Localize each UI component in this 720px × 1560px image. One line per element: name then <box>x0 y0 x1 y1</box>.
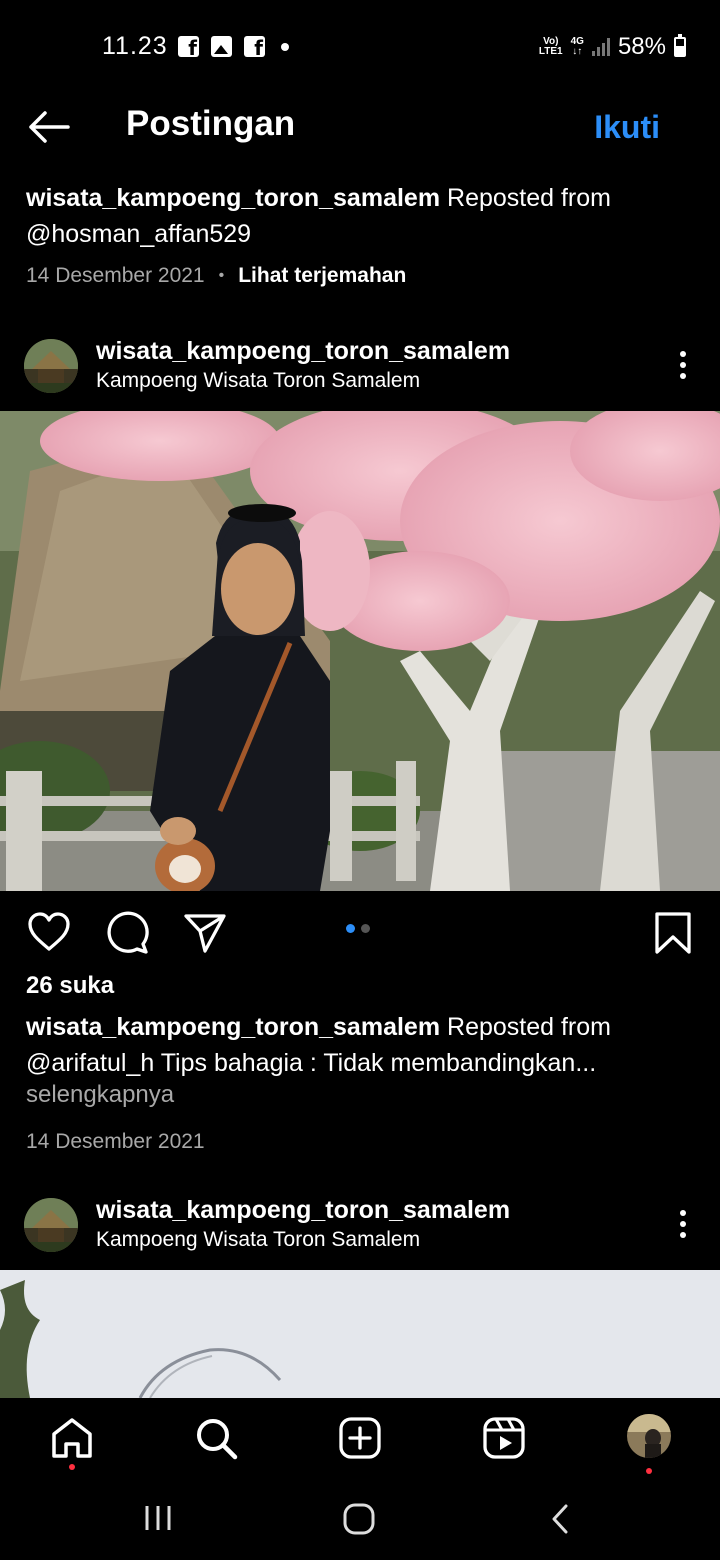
status-bar: 11.23 Vo) LTE1 4G ↓↑ 58% <box>0 0 720 95</box>
caption-username[interactable]: wisata_kampoeng_toron_samalem <box>26 184 440 212</box>
back-button-icon[interactable] <box>548 1502 572 1536</box>
avatar[interactable] <box>24 339 78 393</box>
battery-percent: 58% <box>617 33 666 60</box>
arrow-left-icon[interactable] <box>26 109 72 145</box>
more-options-icon[interactable] <box>680 1210 686 1240</box>
reels-icon[interactable] <box>482 1416 526 1460</box>
home-button-icon[interactable] <box>342 1502 376 1536</box>
volte-indicator: Vo) LTE1 <box>538 36 563 57</box>
post-header: wisata_kampoeng_toron_samalem Kampoeng W… <box>0 1196 720 1270</box>
post-location[interactable]: Kampoeng Wisata Toron Samalem <box>96 369 420 393</box>
separator-dot: • <box>218 267 225 284</box>
more-options-icon[interactable] <box>680 351 686 381</box>
top-bar: Postingan Ikuti <box>0 95 720 161</box>
heart-icon[interactable] <box>27 911 71 955</box>
signal-icon <box>591 38 610 56</box>
post-image[interactable] <box>0 1270 720 1398</box>
gallery-icon <box>211 36 232 57</box>
facebook-icon <box>244 36 265 60</box>
plus-square-icon[interactable] <box>338 1416 382 1460</box>
profile-avatar[interactable] <box>625 1412 673 1460</box>
recent-apps-icon[interactable] <box>143 1502 175 1534</box>
post-image[interactable] <box>0 411 720 891</box>
battery-icon <box>674 34 686 57</box>
carousel-indicator <box>346 924 370 933</box>
follow-button[interactable]: Ikuti <box>594 109 660 146</box>
comment-icon[interactable] <box>105 911 149 955</box>
post-actions <box>0 905 720 959</box>
translate-link[interactable]: Lihat terjemahan <box>238 264 406 288</box>
post-caption: wisata_kampoeng_toron_samalem Reposted f… <box>26 1009 676 1081</box>
read-more-link[interactable]: selengkapnya <box>26 1081 174 1109</box>
carousel-dot <box>361 924 370 933</box>
post-header: wisata_kampoeng_toron_samalem Kampoeng W… <box>0 337 720 411</box>
post-date: 14 Desember 2021 <box>26 264 205 287</box>
bottom-nav <box>0 1398 720 1480</box>
like-count[interactable]: 26 suka <box>26 972 114 1000</box>
page-title: Postingan <box>126 104 296 143</box>
notification-dot <box>646 1468 652 1474</box>
post-location[interactable]: Kampoeng Wisata Toron Samalem <box>96 1228 420 1252</box>
send-icon[interactable] <box>183 911 227 955</box>
caption-username[interactable]: wisata_kampoeng_toron_samalem <box>26 1013 440 1041</box>
status-time: 11.23 <box>102 32 168 60</box>
post-date: 14 Desember 2021 <box>26 1130 205 1153</box>
top-caption-meta: 14 Desember 2021 • Lihat terjemahan <box>26 264 406 288</box>
facebook-icon <box>178 36 199 60</box>
more-notifications-icon <box>281 42 289 51</box>
avatar[interactable] <box>24 1198 78 1252</box>
top-caption: wisata_kampoeng_toron_samalem Reposted f… <box>26 180 686 252</box>
post-username[interactable]: wisata_kampoeng_toron_samalem <box>96 337 510 366</box>
search-icon[interactable] <box>194 1416 238 1460</box>
home-icon[interactable] <box>50 1416 94 1460</box>
status-right: Vo) LTE1 4G ↓↑ 58% <box>539 33 686 61</box>
bookmark-icon[interactable] <box>651 911 695 955</box>
notification-dot <box>69 1464 75 1470</box>
system-nav-bar <box>0 1480 720 1560</box>
network-type: 4G ↓↑ <box>570 36 584 57</box>
post-username[interactable]: wisata_kampoeng_toron_samalem <box>96 1196 510 1225</box>
notification-icons <box>178 36 289 60</box>
carousel-dot-active <box>346 924 355 933</box>
